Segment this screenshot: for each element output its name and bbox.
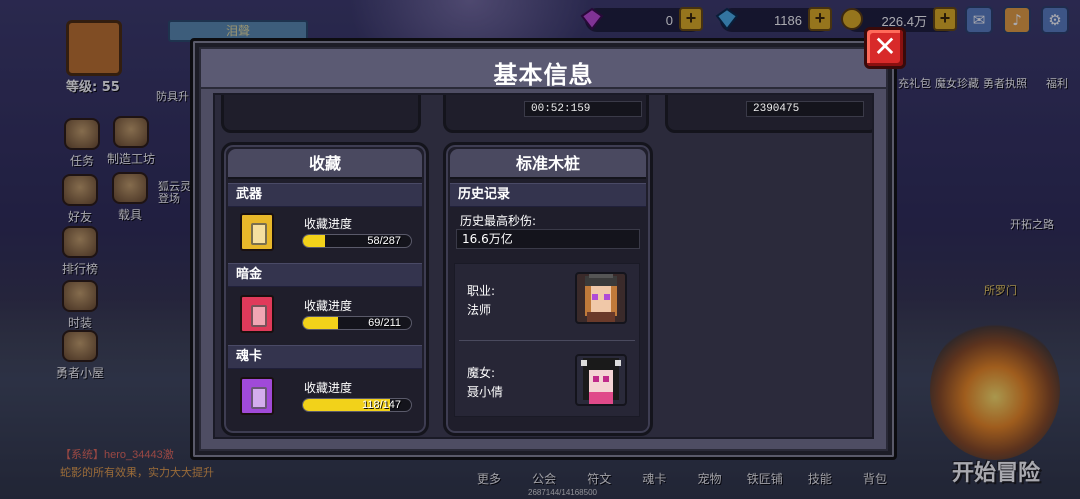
- basic-info-modal: 基本信息 00:52:159 2390475 收藏 武器 收藏进度 58/287: [190, 38, 897, 460]
- category-weapon: 武器: [228, 183, 422, 207]
- modal-title: 基本信息: [493, 61, 594, 89]
- top-field-number: 2390475: [746, 101, 864, 117]
- max-dps-value: 16.6万亿: [456, 229, 640, 249]
- collection-title: 收藏: [228, 149, 422, 179]
- soul-card-progress-label: 收藏进度: [304, 381, 353, 395]
- dark-gold-progress-bar: 69/211: [302, 316, 412, 330]
- dark-gold-progress-label: 收藏进度: [304, 299, 353, 313]
- dark-gold-book-icon: [240, 295, 274, 333]
- top-panel-right: 2390475: [665, 95, 872, 133]
- class-key: 职业:: [467, 284, 496, 298]
- close-button[interactable]: ✕: [864, 27, 906, 69]
- info-divider: [459, 340, 635, 341]
- class-value: 法师: [467, 303, 492, 317]
- category-soul-card: 魂卡: [228, 345, 422, 369]
- top-panel-middle: 00:52:159: [443, 95, 649, 133]
- top-panel-left: [221, 95, 421, 133]
- weapon-book-icon: [240, 213, 274, 251]
- witch-key: 魔女:: [467, 366, 496, 380]
- mage-face-icon: [585, 274, 617, 322]
- dummy-info-box: 职业: 法师 魔女: 聂小倩: [454, 263, 640, 417]
- modal-frame: 基本信息 00:52:159 2390475 收藏 武器 收藏进度 58/287: [199, 47, 888, 451]
- mage-portrait-icon: [575, 272, 627, 324]
- witch-value: 聂小倩: [467, 385, 504, 399]
- training-dummy-panel: 标准木桩 历史记录 历史最高秒伤: 16.6万亿 职业: 法师 魔女: 聂小倩: [443, 142, 653, 436]
- dummy-title: 标准木桩: [450, 149, 646, 179]
- weapon-progress-text: 58/287: [367, 235, 401, 247]
- max-dps-label: 历史最高秒伤:: [460, 214, 537, 228]
- top-field-time: 00:52:159: [524, 101, 642, 117]
- soul-card-progress-bar: 118/147: [302, 398, 412, 412]
- witch-portrait-icon: [575, 354, 627, 406]
- soul-card-progress-text: 118/147: [362, 399, 401, 411]
- weapon-progress-label: 收藏进度: [304, 217, 353, 231]
- history-header: 历史记录: [450, 183, 646, 207]
- category-dark-gold: 暗金: [228, 263, 422, 287]
- soul-card-book-icon: [240, 377, 274, 415]
- modal-title-bar: 基本信息: [201, 49, 886, 89]
- witch-face-icon: [581, 358, 621, 404]
- collection-panel: 收藏 武器 收藏进度 58/287 暗金 收藏进度 69/211 魂卡 收藏进度: [221, 142, 429, 436]
- modal-scroll-area[interactable]: 00:52:159 2390475 收藏 武器 收藏进度 58/287 暗金 收…: [213, 93, 874, 439]
- dark-gold-progress-text: 69/211: [368, 317, 401, 329]
- weapon-progress-bar: 58/287: [302, 234, 412, 248]
